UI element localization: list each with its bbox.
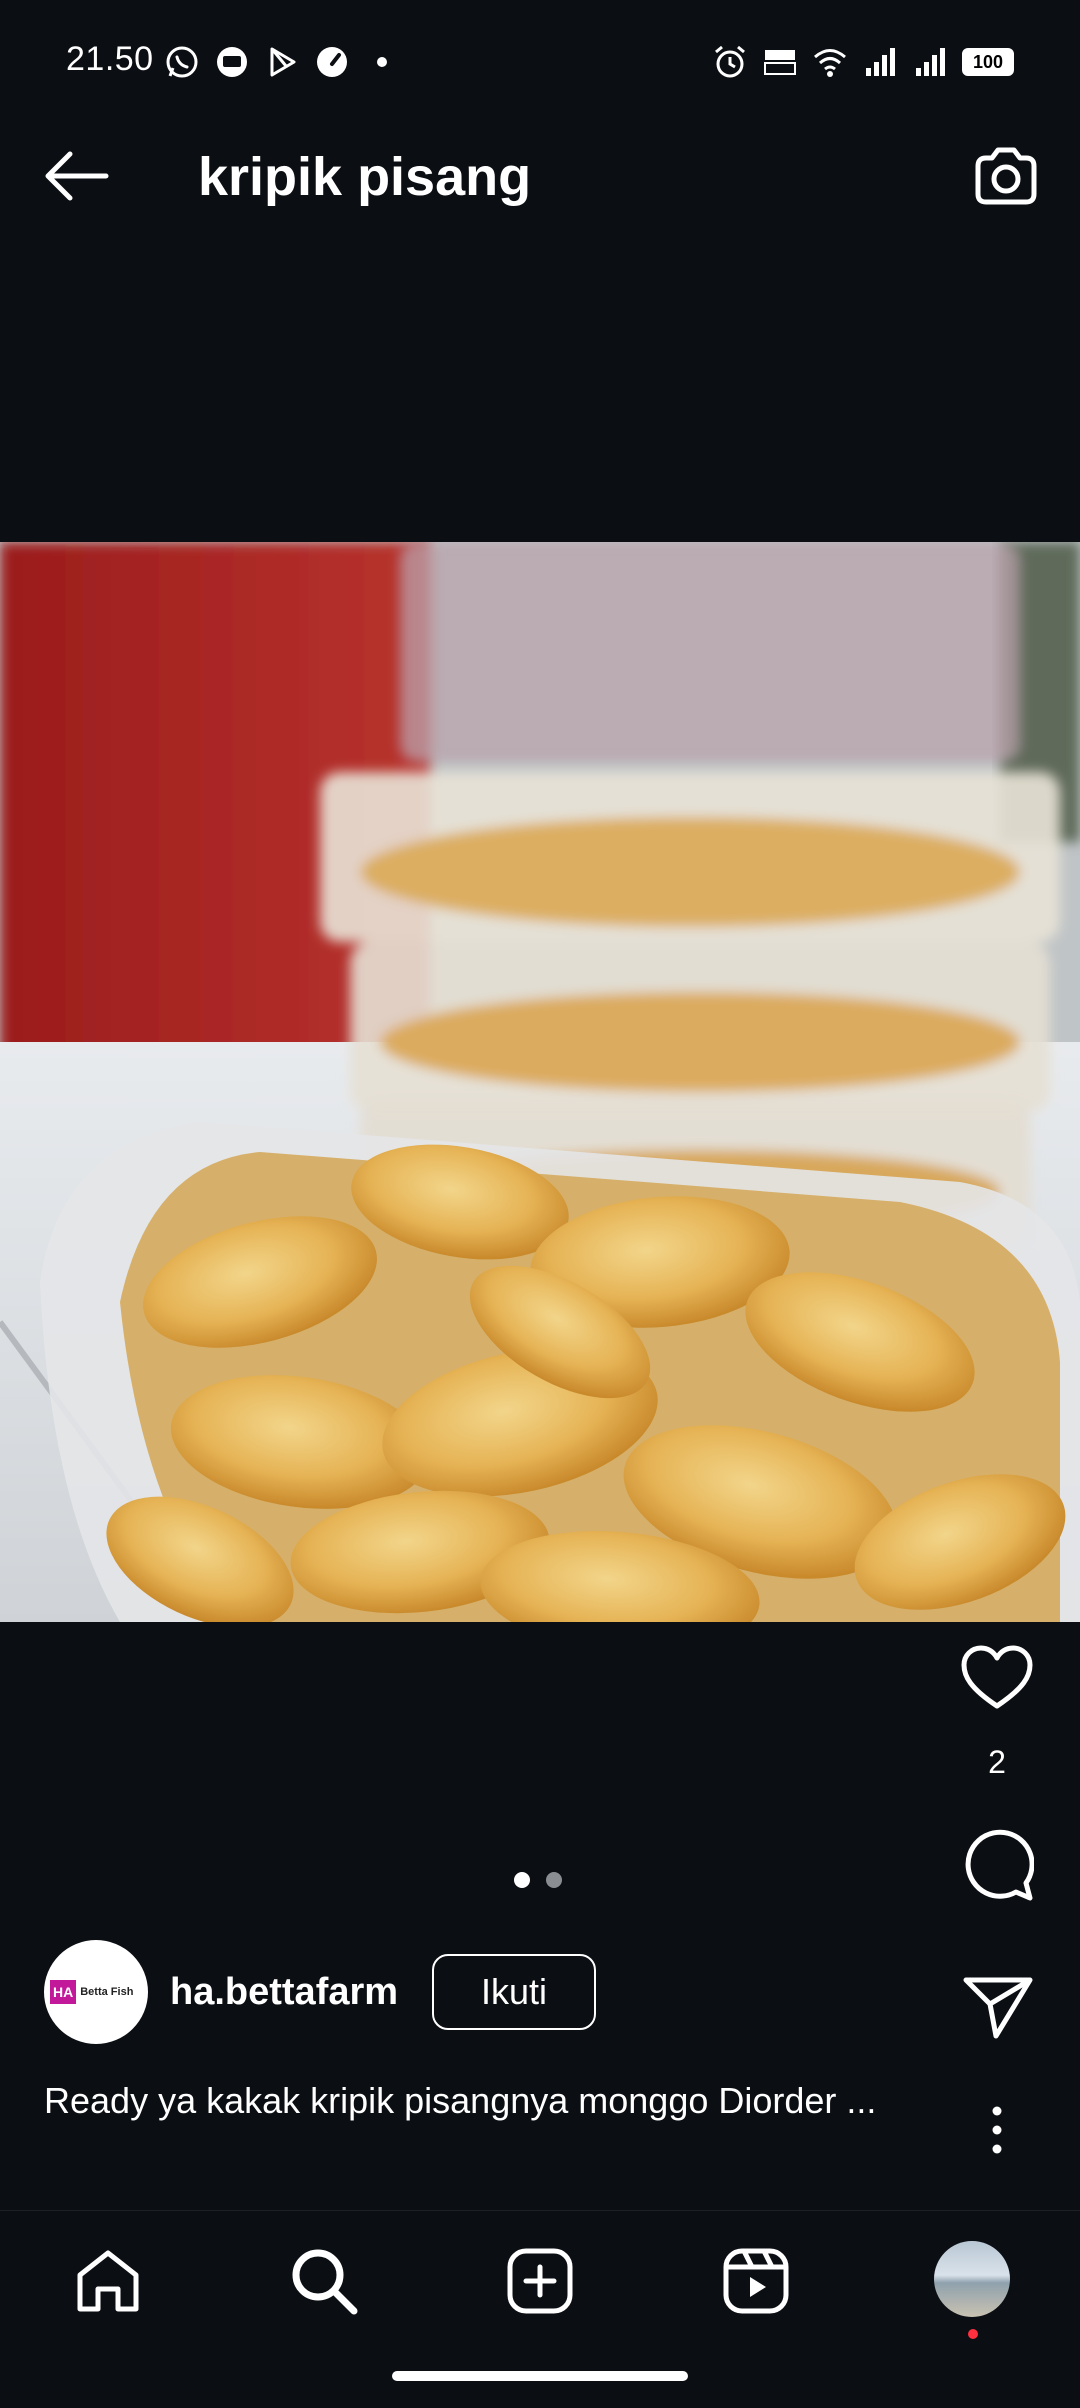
send-icon[interactable] [962, 1974, 1034, 2040]
follow-button[interactable]: Ikuti [432, 1954, 596, 2030]
post-image[interactable] [0, 542, 1080, 1622]
home-indicator-bar[interactable] [392, 2371, 688, 2381]
wifi-icon [814, 49, 846, 77]
carousel-indicator [514, 1872, 562, 1888]
status-time: 21.50 [66, 40, 154, 78]
status-left-icons [164, 44, 400, 80]
profile-avatar[interactable] [934, 2241, 1010, 2317]
search-icon[interactable] [288, 2245, 360, 2317]
arrow-left-icon[interactable] [40, 146, 112, 206]
page-title: kripik pisang [198, 147, 532, 207]
screen: 21.50 100 kripik pisang 2 HA Betta Fish … [0, 0, 1080, 2408]
betta-fish-logo: HA Betta Fish [50, 1980, 133, 2004]
author-username[interactable]: ha.bettafarm [170, 1971, 398, 2014]
avatar-logo-mark: HA [50, 1980, 77, 2004]
banana-chips-photo [0, 542, 1080, 1622]
header: kripik pisang [0, 110, 1080, 240]
camera-icon[interactable] [972, 144, 1040, 208]
speed-icon [317, 47, 347, 77]
heart-icon[interactable] [960, 1644, 1034, 1712]
post-caption[interactable]: Ready ya kakak kripik pisangnya monggo D… [44, 2078, 904, 2124]
avatar-logo-text: Betta Fish [80, 1986, 134, 1998]
notification-dot [968, 2329, 978, 2339]
status-right-icons: 100 [712, 44, 1014, 80]
reels-icon[interactable] [720, 2245, 792, 2317]
volte-icon [764, 50, 796, 75]
home-icon[interactable] [72, 2245, 144, 2317]
carousel-dot-active [514, 1872, 530, 1888]
chat-bubble-icon [217, 47, 247, 77]
signal-icon [866, 48, 895, 76]
author-avatar[interactable]: HA Betta Fish [44, 1940, 148, 2044]
more-options-icon[interactable] [980, 2104, 1014, 2156]
create-icon[interactable] [504, 2245, 576, 2317]
battery-indicator: 100 [962, 48, 1014, 76]
bottom-navigation [0, 2210, 1080, 2408]
whatsapp-icon [166, 46, 198, 78]
like-count[interactable]: 2 [960, 1744, 1034, 1781]
carousel-dot [546, 1872, 562, 1888]
signal-icon [916, 48, 945, 76]
play-store-icon [270, 47, 296, 77]
alarm-icon [715, 45, 745, 78]
comment-icon[interactable] [960, 1828, 1034, 1902]
status-bar: 21.50 100 [0, 0, 1080, 100]
dot-icon [377, 57, 387, 67]
